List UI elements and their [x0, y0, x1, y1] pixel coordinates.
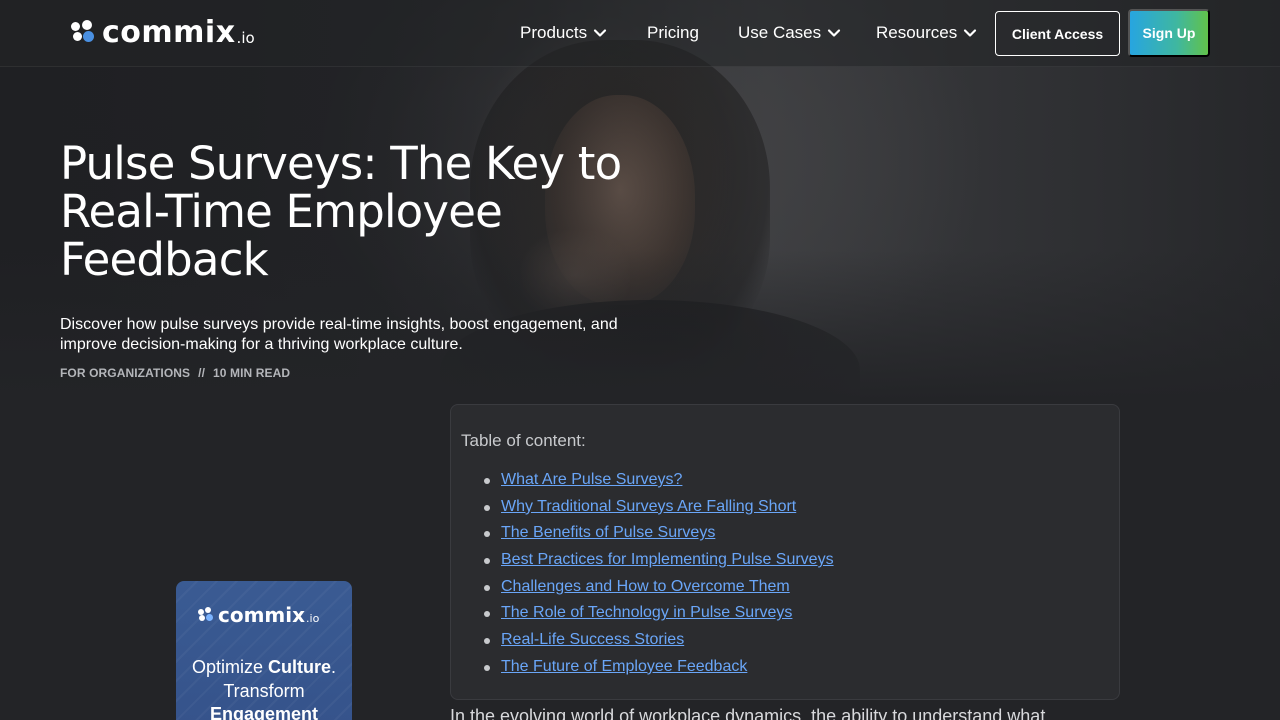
- toc-item: Best Practices for Implementing Pulse Su…: [481, 547, 834, 574]
- promo-line-3-bold: Engagement: [209, 704, 319, 720]
- page-title: Pulse Surveys: The Key to Real-Time Empl…: [60, 137, 622, 286]
- logo-dots-icon: [198, 607, 214, 623]
- promo-tld: .io: [306, 612, 320, 625]
- chevron-down-icon: [827, 26, 841, 40]
- top-navbar: commix .io Products Pricing Use Cases Re…: [0, 0, 1280, 67]
- toc-item: Real-Life Success Stories: [481, 627, 834, 654]
- toc-title: Table of content:: [461, 431, 586, 450]
- toc-link[interactable]: The Role of Technology in Pulse Surveys: [501, 604, 792, 621]
- toc-list: What Are Pulse Surveys? Why Traditional …: [481, 467, 834, 681]
- nav-pricing[interactable]: Pricing: [647, 22, 699, 44]
- toc-item: What Are Pulse Surveys?: [481, 467, 834, 494]
- sign-up-button[interactable]: Sign Up: [1128, 9, 1210, 57]
- logo-wordmark: commix: [102, 14, 236, 50]
- site-logo[interactable]: commix .io: [70, 14, 255, 50]
- promo-line-3: Engagement: [176, 702, 352, 720]
- promo-line-1-pre: Optimize: [191, 657, 268, 677]
- article-meta: FOR ORGANIZATIONS // 10 MIN READ: [60, 366, 290, 380]
- promo-card[interactable]: commix .io Optimize Culture. Transform E…: [176, 581, 352, 720]
- logo-dots-icon: [70, 19, 96, 45]
- nav-products[interactable]: Products: [520, 22, 607, 44]
- toc-item: Why Traditional Surveys Are Falling Shor…: [481, 494, 834, 521]
- client-access-button[interactable]: Client Access: [995, 11, 1120, 56]
- toc-item: The Future of Employee Feedback: [481, 654, 834, 681]
- nav-pricing-label: Pricing: [647, 23, 699, 42]
- toc-link[interactable]: Why Traditional Surveys Are Falling Shor…: [501, 498, 796, 515]
- nav-products-label: Products: [520, 23, 588, 42]
- toc-item: The Role of Technology in Pulse Surveys: [481, 600, 834, 627]
- toc-link[interactable]: Real-Life Success Stories: [501, 631, 684, 648]
- promo-line-1-bold: Culture: [268, 657, 331, 677]
- toc-link[interactable]: Best Practices for Implementing Pulse Su…: [501, 551, 834, 568]
- nav-use-cases-label: Use Cases: [738, 23, 822, 42]
- toc-link[interactable]: Challenges and How to Overcome Them: [501, 578, 790, 595]
- toc-link[interactable]: The Future of Employee Feedback: [501, 658, 747, 675]
- promo-line-2: Transform: [223, 681, 305, 701]
- page-subtitle: Discover how pulse surveys provide real-…: [60, 316, 618, 353]
- promo-logo: commix .io: [198, 603, 319, 627]
- toc-link[interactable]: What Are Pulse Surveys?: [501, 471, 682, 488]
- table-of-contents: Table of content: What Are Pulse Surveys…: [450, 404, 1120, 700]
- nav-use-cases[interactable]: Use Cases: [738, 22, 841, 44]
- meta-separator: //: [198, 366, 206, 380]
- article-intro-text: In the evolving world of workplace dynam…: [450, 706, 1046, 720]
- article-category: FOR ORGANIZATIONS: [60, 366, 191, 380]
- read-time: 10 MIN READ: [213, 366, 291, 380]
- nav-resources[interactable]: Resources: [876, 22, 977, 44]
- toc-link[interactable]: The Benefits of Pulse Surveys: [501, 524, 715, 541]
- promo-line-1: Optimize Culture.: [176, 655, 352, 679]
- toc-item: The Benefits of Pulse Surveys: [481, 520, 834, 547]
- promo-wordmark: commix: [218, 603, 306, 627]
- promo-line-1-post: .: [331, 657, 337, 677]
- chevron-down-icon: [963, 26, 977, 40]
- chevron-down-icon: [593, 26, 607, 40]
- logo-tld: .io: [236, 29, 255, 47]
- nav-resources-label: Resources: [876, 23, 958, 42]
- toc-item: Challenges and How to Overcome Them: [481, 574, 834, 601]
